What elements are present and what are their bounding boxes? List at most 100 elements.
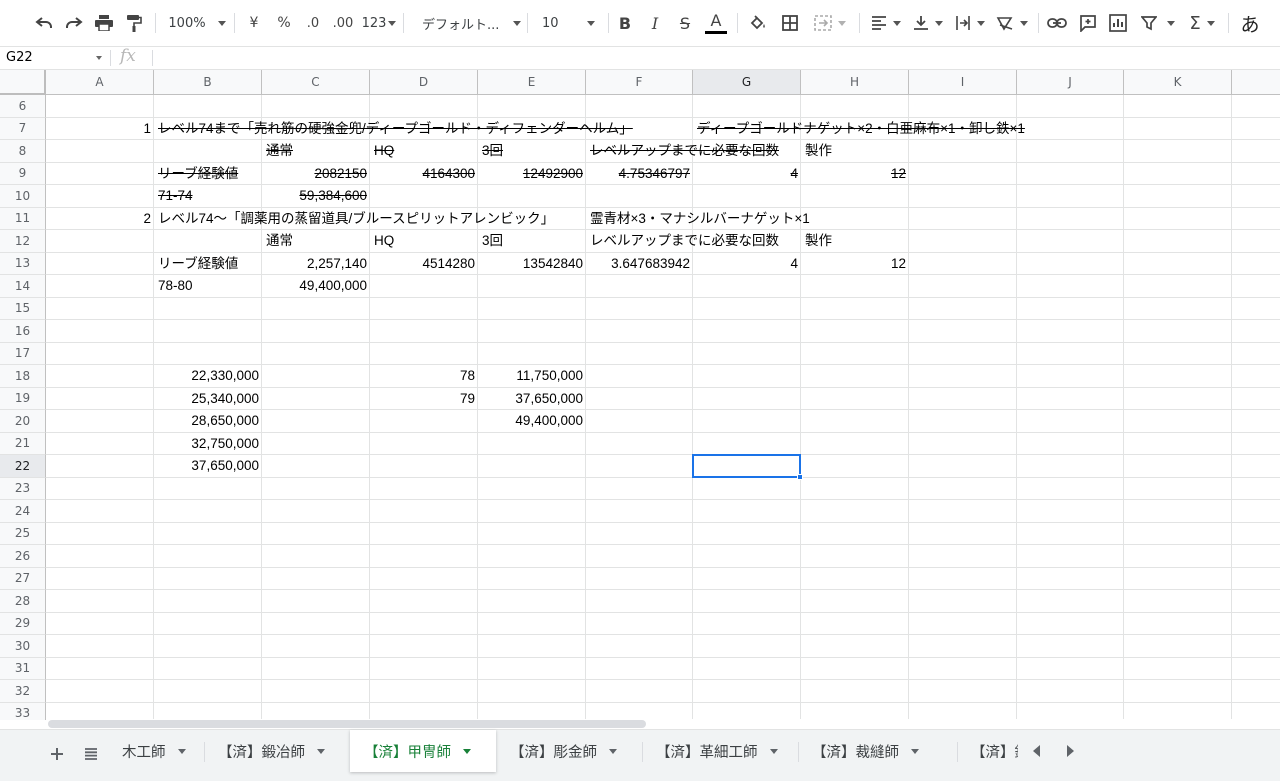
row-header-10[interactable]: 10 <box>0 185 46 208</box>
row-header-22[interactable]: 22 <box>0 455 46 478</box>
row-header-18[interactable]: 18 <box>0 365 46 388</box>
name-box[interactable]: G22 <box>0 47 108 69</box>
cell-a7[interactable]: 1 <box>46 118 154 140</box>
cell-e8[interactable]: 3回 <box>478 140 503 162</box>
cell-g9[interactable]: 4 <box>693 163 801 185</box>
cell-e20[interactable]: 49,400,000 <box>478 410 586 432</box>
redo-icon[interactable] <box>62 9 86 37</box>
paint-format-icon[interactable] <box>122 9 146 37</box>
cell-c8[interactable]: 通常 <box>262 140 293 162</box>
chevron-down-icon[interactable] <box>911 748 919 754</box>
cell-c9[interactable]: 2082150 <box>262 163 370 185</box>
zoom-select[interactable]: 100% <box>166 9 228 37</box>
formula-input[interactable] <box>160 47 1270 69</box>
row-header-33[interactable]: 33 <box>0 702 46 720</box>
column-header-F[interactable]: F <box>586 70 693 95</box>
row-header-24[interactable]: 24 <box>0 500 46 523</box>
active-cell-selection[interactable] <box>692 454 801 478</box>
cell-h12[interactable]: 製作 <box>801 230 832 252</box>
cell-b20[interactable]: 28,650,000 <box>154 410 262 432</box>
font-size-select[interactable]: 10 <box>536 9 602 37</box>
cell-c12[interactable]: 通常 <box>262 230 293 252</box>
cell-b21[interactable]: 32,750,000 <box>154 433 262 455</box>
insert-chart-icon[interactable] <box>1106 9 1130 37</box>
cell-b22[interactable]: 37,650,000 <box>154 455 262 477</box>
sheet-tab[interactable]: 木工師 <box>108 730 204 772</box>
column-header-D[interactable]: D <box>370 70 478 95</box>
cell-h8[interactable]: 製作 <box>801 140 832 162</box>
all-sheets-icon[interactable] <box>77 740 105 768</box>
cell-d12[interactable]: HQ <box>370 230 394 252</box>
italic-button[interactable]: I <box>644 9 666 37</box>
cell-b14[interactable]: 78-80 <box>154 275 193 297</box>
cell-e13[interactable]: 13542840 <box>478 253 586 275</box>
horizontal-align-icon[interactable] <box>868 9 904 37</box>
cell-b9[interactable]: リーブ経験値 <box>154 163 238 185</box>
cell-f13[interactable]: 3.647683942 <box>586 253 693 275</box>
row-header-20[interactable]: 20 <box>0 410 46 433</box>
cell-d19[interactable]: 79 <box>370 388 478 410</box>
print-icon[interactable] <box>92 9 116 37</box>
bold-button[interactable]: B <box>614 9 636 37</box>
strikethrough-button[interactable]: S <box>674 9 696 37</box>
column-header-K[interactable]: K <box>1124 70 1232 95</box>
borders-icon[interactable] <box>778 9 802 37</box>
cell-b10[interactable]: 71-74 <box>154 185 193 207</box>
column-header-G[interactable]: G <box>693 70 801 95</box>
row-header-27[interactable]: 27 <box>0 567 46 590</box>
row-header-12[interactable]: 12 <box>0 230 46 253</box>
cell-d18[interactable]: 78 <box>370 365 478 387</box>
cell-b13[interactable]: リーブ経験値 <box>154 253 238 275</box>
cell-c13[interactable]: 2,257,140 <box>262 253 370 275</box>
column-header-H[interactable]: H <box>801 70 909 95</box>
cell-b18[interactable]: 22,330,000 <box>154 365 262 387</box>
increase-decimal-button[interactable]: .00 <box>330 9 356 37</box>
row-header-28[interactable]: 28 <box>0 590 46 613</box>
horizontal-scrollbar-thumb[interactable] <box>48 720 646 728</box>
fill-handle[interactable] <box>797 473 803 480</box>
more-formats-select[interactable]: 123 <box>362 9 397 37</box>
font-family-select[interactable]: デフォルト... <box>414 9 522 37</box>
chevron-down-icon[interactable] <box>177 748 186 754</box>
row-header-19[interactable]: 19 <box>0 387 46 410</box>
sheet-tab[interactable]: 【済】裁縫師 <box>798 730 957 772</box>
row-header-30[interactable]: 30 <box>0 635 46 658</box>
select-all-corner[interactable] <box>0 70 46 95</box>
row-header-29[interactable]: 29 <box>0 612 46 635</box>
cell-g7[interactable]: ディープゴールドナゲット×2・白亜麻布×1・卸し鉄×1 <box>693 118 1025 140</box>
vertical-align-icon[interactable] <box>910 9 946 37</box>
cell-b11[interactable]: レベル74〜「調薬用の蒸留道具/ブルースピリットアレンビック」 <box>154 208 554 230</box>
row-header-32[interactable]: 32 <box>0 680 46 703</box>
text-color-button[interactable]: A <box>704 9 728 37</box>
chevron-down-icon[interactable] <box>317 748 325 754</box>
row-header-16[interactable]: 16 <box>0 320 46 343</box>
decrease-decimal-button[interactable]: .0 <box>302 9 324 37</box>
row-header-25[interactable]: 25 <box>0 522 46 545</box>
filter-icon[interactable] <box>1138 9 1178 37</box>
undo-icon[interactable] <box>32 9 56 37</box>
chevron-down-icon[interactable] <box>769 748 778 754</box>
row-header-6[interactable]: 6 <box>0 95 46 118</box>
column-header-J[interactable]: J <box>1017 70 1124 95</box>
row-header-7[interactable]: 7 <box>0 117 46 140</box>
cell-e19[interactable]: 37,650,000 <box>478 388 586 410</box>
row-header-17[interactable]: 17 <box>0 342 46 365</box>
row-header-31[interactable]: 31 <box>0 657 46 680</box>
horizontal-scrollbar[interactable] <box>46 719 1280 729</box>
sheet-tab[interactable]: 【済】鍛冶師 <box>204 730 350 772</box>
row-header-9[interactable]: 9 <box>0 162 46 185</box>
input-tools-button[interactable]: あ <box>1236 9 1264 37</box>
column-header-B[interactable]: B <box>154 70 262 95</box>
cell-f11[interactable]: 霊青材×3・マナシルバーナゲット×1 <box>586 208 810 230</box>
cell-h9[interactable]: 12 <box>801 163 909 185</box>
chevron-down-icon[interactable] <box>609 748 617 754</box>
cell-f12[interactable]: レベルアップまでに必要な回数 <box>586 230 779 252</box>
cell-c14[interactable]: 49,400,000 <box>262 275 370 297</box>
row-header-26[interactable]: 26 <box>0 545 46 568</box>
cell-e18[interactable]: 11,750,000 <box>478 365 586 387</box>
row-header-14[interactable]: 14 <box>0 275 46 298</box>
cell-f8[interactable]: レベルアップまでに必要な回数 <box>586 140 779 162</box>
cell-d8[interactable]: HQ <box>370 140 394 162</box>
row-header-15[interactable]: 15 <box>0 297 46 320</box>
sheet-tab[interactable]: 【済】甲冑師 <box>350 730 496 772</box>
